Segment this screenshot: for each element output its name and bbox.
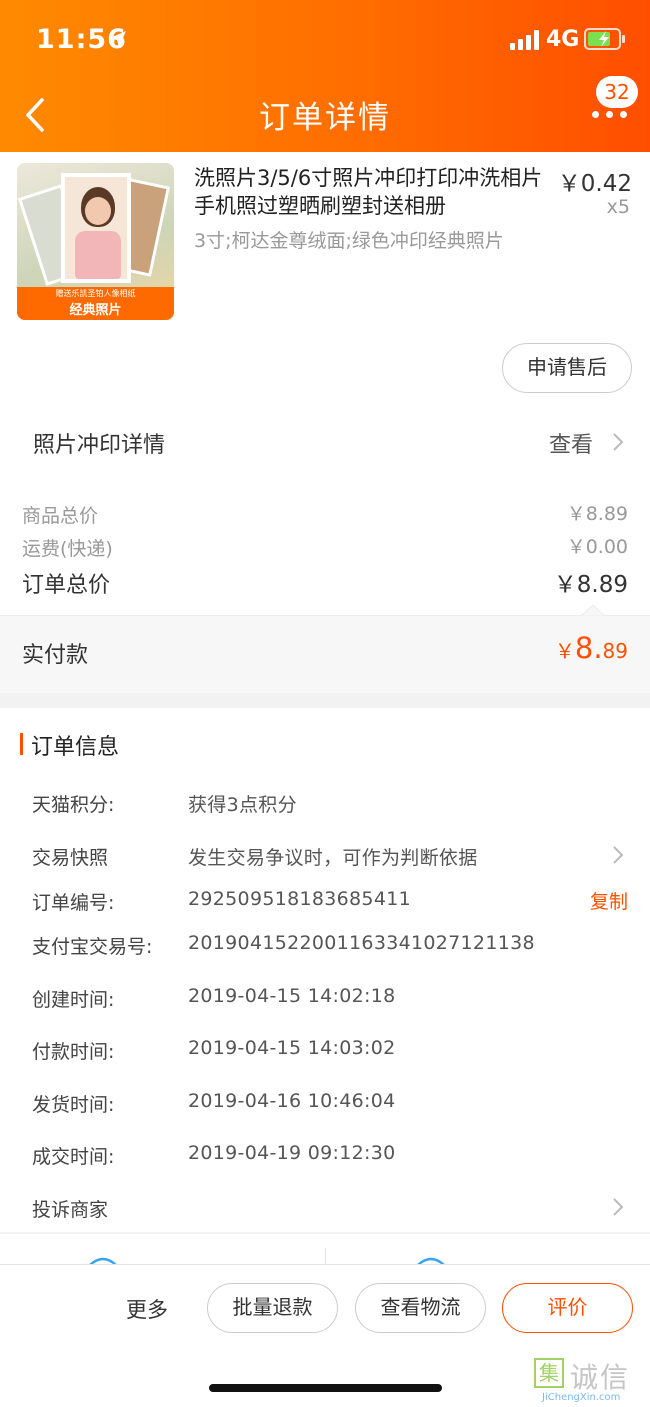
contact-divider bbox=[325, 1248, 326, 1264]
location-arrow-icon bbox=[110, 31, 126, 47]
shipped-time-label: 发货时间: bbox=[32, 1094, 115, 1116]
after-sales-button[interactable]: 申请售后 bbox=[502, 343, 632, 393]
batch-refund-button[interactable]: 批量退款 bbox=[207, 1283, 338, 1333]
completed-time-value: 2019-04-19 09:12:30 bbox=[188, 1142, 396, 1164]
copy-button[interactable]: 复制 bbox=[590, 887, 628, 914]
points-label: 天猫积分: bbox=[32, 794, 115, 816]
watermark-url: JiChengXin.com bbox=[542, 1392, 621, 1403]
product-price: ￥0.42 bbox=[557, 171, 632, 197]
more-actions-button[interactable]: 更多 bbox=[126, 1294, 168, 1324]
paid-label: 实付款 bbox=[22, 643, 89, 668]
paid-time-label: 付款时间: bbox=[32, 1041, 115, 1063]
network-label: 4G bbox=[546, 27, 580, 52]
alipay-trade-value: 2019041522001163341027121138 bbox=[188, 932, 535, 954]
chevron-right-icon bbox=[613, 846, 624, 864]
shipped-time-value: 2019-04-16 10:46:04 bbox=[188, 1090, 396, 1112]
section-accent-bar bbox=[20, 733, 23, 755]
product-thumbnail[interactable]: 赠送乐凯圣铂人像相纸 经典照片 bbox=[17, 163, 174, 320]
order-info-heading: 订单信息 bbox=[31, 735, 120, 760]
photo-details-label: 照片冲印详情 bbox=[33, 433, 166, 458]
order-total-value: ￥8.89 bbox=[553, 572, 628, 598]
message-count-badge: 32 bbox=[596, 76, 638, 108]
shipping-value: ￥0.00 bbox=[566, 536, 628, 558]
completed-time-label: 成交时间: bbox=[32, 1146, 115, 1168]
watermark-logo: 集 诚信 JiChengXin.com bbox=[532, 1356, 648, 1404]
complain-label: 投诉商家 bbox=[32, 1199, 109, 1221]
goods-total-value: ￥8.89 bbox=[566, 503, 628, 525]
signal-icon bbox=[510, 30, 539, 50]
product-image-banner: 经典照片 bbox=[17, 301, 174, 320]
paid-currency: ￥ bbox=[554, 639, 575, 663]
paid-amount: ￥8.89 bbox=[555, 631, 628, 665]
order-total-label: 订单总价 bbox=[22, 573, 111, 598]
snapshot-value: 发生交易争议时，可作为判断依据 bbox=[188, 847, 478, 869]
shipping-label: 运费(快递) bbox=[22, 538, 113, 560]
chevron-right-icon bbox=[613, 1198, 624, 1216]
created-time-value: 2019-04-15 14:02:18 bbox=[188, 985, 396, 1007]
photo-details-action[interactable]: 查看 bbox=[549, 427, 593, 459]
paid-row-pointer bbox=[581, 604, 605, 616]
page-title: 订单详情 bbox=[259, 100, 391, 136]
product-quantity: x5 bbox=[606, 196, 630, 218]
product-image-caption: 赠送乐凯圣铂人像相纸 bbox=[17, 287, 174, 301]
watermark-text: 诚信 bbox=[570, 1361, 631, 1394]
goods-total-label: 商品总价 bbox=[22, 505, 99, 527]
battery-icon bbox=[584, 28, 625, 50]
order-number-value: 292509518183685411 bbox=[188, 888, 411, 910]
home-indicator[interactable] bbox=[209, 1384, 442, 1392]
product-title[interactable]: 洗照片3/5/6寸照片冲印打印冲洗相片手机照过塑晒刷塑封送相册 bbox=[194, 164, 554, 220]
alipay-trade-label: 支付宝交易号: bbox=[32, 936, 153, 958]
review-button[interactable]: 评价 bbox=[502, 1283, 633, 1333]
paid-time-value: 2019-04-15 14:03:02 bbox=[188, 1037, 396, 1059]
points-value: 获得3点积分 bbox=[188, 794, 297, 816]
paid-amount-int: 8. bbox=[574, 631, 603, 665]
view-logistics-button[interactable]: 查看物流 bbox=[355, 1283, 486, 1333]
product-spec: 3寸;柯达金尊绒面;绿色冲印经典照片 bbox=[194, 230, 504, 252]
watermark-glyph: 集 bbox=[534, 1358, 564, 1388]
paid-row bbox=[0, 615, 650, 693]
snapshot-label: 交易快照 bbox=[32, 847, 109, 869]
chevron-right-icon bbox=[613, 433, 624, 451]
order-number-label: 订单编号: bbox=[32, 892, 115, 914]
paid-amount-dec: 89 bbox=[602, 639, 628, 663]
more-menu-icon[interactable] bbox=[592, 106, 628, 122]
nav-header: 11:56 4G 订单详情 32 bbox=[0, 0, 650, 152]
created-time-label: 创建时间: bbox=[32, 989, 115, 1011]
